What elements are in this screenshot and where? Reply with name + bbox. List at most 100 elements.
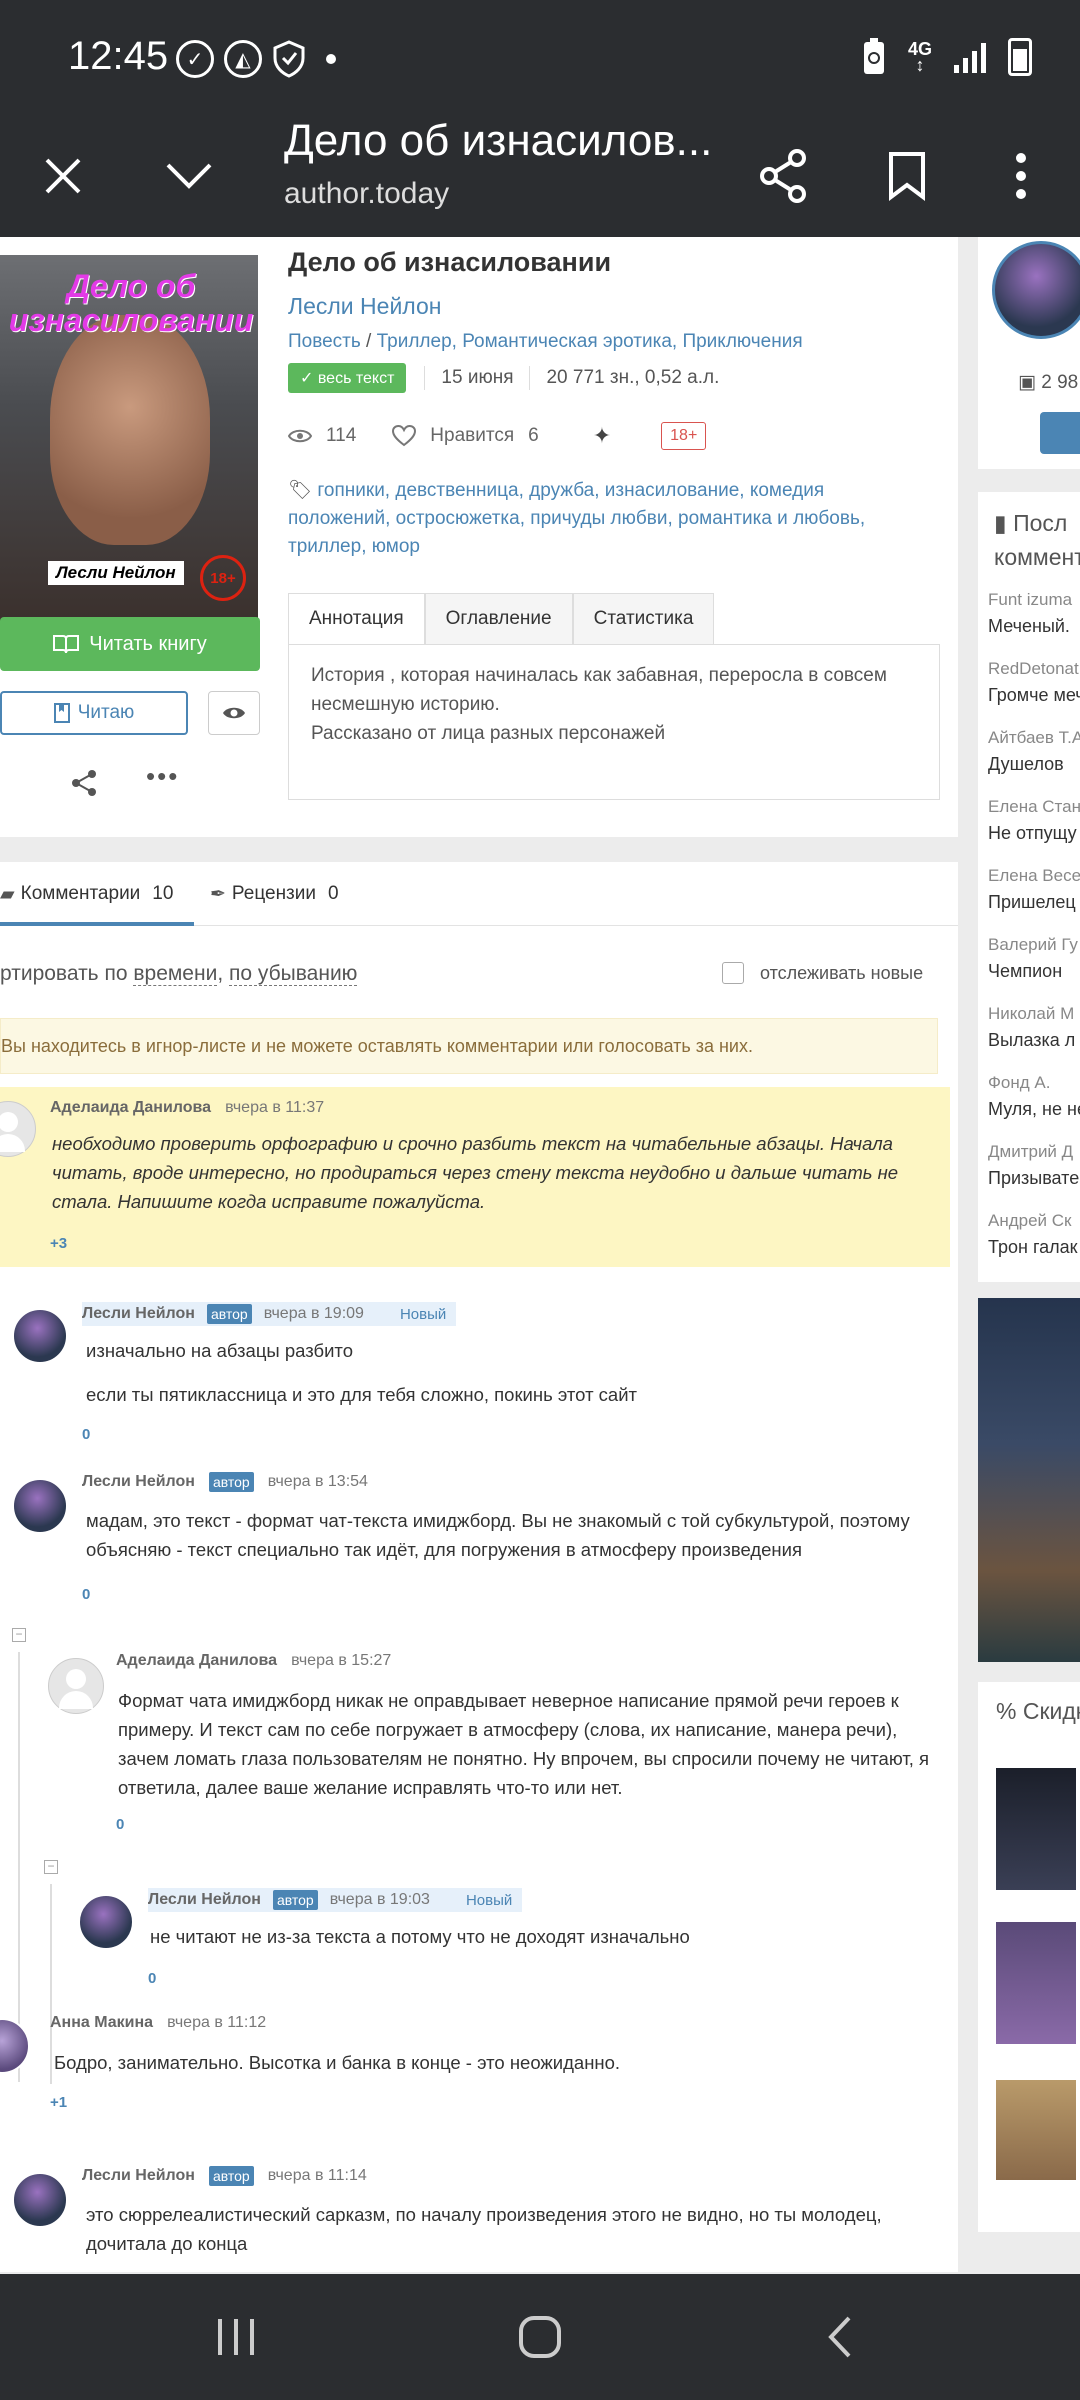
reading-label: Читаю [77,702,135,723]
sidebar-comment-item[interactable]: RedDetonat Громче меч [988,659,1080,728]
comment-votes[interactable]: +1 [50,2094,67,2111]
comment-header: Лесли Нейлон автор вчера в 19:03 Новый [148,1888,523,1912]
tab-annotation[interactable]: Аннотация [288,593,425,645]
comment-author[interactable]: Лесли Нейлон [82,1473,195,1491]
close-button[interactable] [18,115,108,237]
sparkle-icon[interactable]: ✦ [593,423,611,449]
discount-book-cover[interactable] [996,2080,1076,2180]
read-book-button[interactable]: Читать книгу [0,617,260,671]
comment-time[interactable]: вчера в 13:54 [268,1473,368,1491]
bookmark-button[interactable] [862,115,952,237]
sidebar-comment-item[interactable]: Елена Весе Пришелец [988,866,1080,935]
comment-votes[interactable]: +3 [50,1235,67,1252]
sidebar-author-card: ▣ 2 98 [978,237,1080,469]
browser-app-bar: Дело об изнасилов... author.today [0,115,1080,237]
comment-author[interactable]: Лесли Нейлон [82,1305,195,1323]
sidebar-comment-item[interactable]: Фонд А. Муля, не не [988,1073,1080,1142]
avatar[interactable] [0,1101,36,1157]
sort-by-time-link[interactable]: времени [133,962,218,986]
comment-header: Аделаида Данилова вчера в 11:37 [50,1099,324,1117]
back-button[interactable] [780,2274,900,2400]
status-time: 12:45 [68,34,169,78]
avatar[interactable] [12,2172,68,2228]
author-avatar[interactable] [992,241,1080,339]
sidebar-comment-item[interactable]: Николай М Вылазка л [988,1004,1080,1073]
system-nav-bar [0,2274,1080,2400]
home-icon [519,2316,561,2358]
follow-checkbox[interactable] [722,962,744,984]
book-open-icon [53,635,80,654]
book-author-link[interactable]: Лесли Нейлон [288,293,441,320]
sort-control: ртировать по времени, по убыванию [0,962,358,986]
comment-item: Лесли Нейлон автор вчера в 19:03 Новый н… [76,1888,950,2008]
sidebar-banner[interactable] [978,1298,1080,1662]
sidebar-comment-item[interactable]: Айтбаев Т.А Душелов [988,728,1080,797]
avatar[interactable] [12,1308,68,1364]
share-button[interactable] [738,115,828,237]
book-share-button[interactable] [70,769,98,802]
comment-header: Лесли Нейлон автор вчера в 13:54 [82,1472,368,1492]
sidebar-comment-item[interactable]: Елена Стан Не отпущу [988,797,1080,866]
sort-order-link[interactable]: по убыванию [229,962,358,986]
collapse-thread-button[interactable]: − [44,1860,58,1874]
tab-reviews[interactable]: ✒ Рецензии 0 [210,862,339,926]
discount-book-cover[interactable] [996,1922,1076,2044]
avatar[interactable] [78,1894,134,1950]
comment-votes[interactable]: 0 [116,1816,124,1833]
comment-time[interactable]: вчера в 15:27 [291,1652,391,1670]
collapse-thread-button[interactable]: − [12,1628,26,1642]
tags-links[interactable]: гопники, девственница, дружба, изнасилов… [288,480,865,557]
book-more-button[interactable]: ••• [146,763,179,789]
annotation-line-1: История , которая начиналась как забавна… [311,665,887,715]
tab-statistics[interactable]: Статистика [572,593,715,645]
comment-time[interactable]: вчера в 11:37 [225,1099,324,1117]
reading-button[interactable]: Читаю [0,691,188,735]
book-form-link[interactable]: Повесть [288,331,361,352]
comment-votes[interactable]: 0 [82,1586,90,1603]
comment-author[interactable]: Аделаида Данилова [50,1099,211,1117]
follow-author-button[interactable] [1040,412,1080,454]
heart-icon[interactable] [392,425,417,447]
comment-item: Анна Макина вчера в 11:12 Бодро, занимат… [0,2014,950,2124]
back-icon [828,2316,851,2358]
sidebar-comment-item[interactable]: Валерий Гу Чемпион [988,935,1080,1004]
tag-icon: 🏷 [288,480,313,501]
comment-time[interactable]: вчера в 19:09 [264,1305,364,1323]
recent-apps-icon [218,2319,254,2355]
tab-contents[interactable]: Оглавление [424,593,573,645]
avatar[interactable] [48,1658,104,1714]
active-tab-indicator [0,922,194,926]
comment-time[interactable]: вчера в 11:12 [167,2014,266,2032]
sidebar-comment-item[interactable]: Дмитрий Д Призывате [988,1142,1080,1211]
likes-count: 6 [528,425,539,446]
home-button[interactable] [480,2274,600,2400]
book-cover[interactable]: Дело об изнасиловании Лесли Нейлон 18+ [0,255,258,633]
reviews-count: 0 [328,883,339,904]
cover-age-rating: 18+ [200,555,246,601]
recent-apps-button[interactable] [176,2274,296,2400]
comment-author[interactable]: Лесли Нейлон [82,2167,195,2185]
avatar[interactable] [12,1478,68,1534]
comment-icon: ▰ [0,883,15,905]
avatar[interactable] [0,2018,30,2074]
collapse-button[interactable] [144,115,234,237]
comment-author[interactable]: Лесли Нейлон [148,1891,261,1909]
tab-comments[interactable]: ▰ Комментарии 10 [0,862,173,926]
comment-votes[interactable]: 0 [148,1970,156,1987]
watch-button[interactable] [208,691,260,735]
book-genres-links[interactable]: Триллер, Романтическая эротика, Приключе… [377,331,803,352]
comment-time[interactable]: вчера в 19:03 [330,1891,430,1909]
follow-new-toggle[interactable]: отслеживать новые [722,962,923,984]
comment-votes[interactable]: 0 [82,1426,90,1443]
comment-time[interactable]: вчера в 11:14 [268,2167,367,2185]
comment-author[interactable]: Аделаида Данилова [116,1652,277,1670]
more-menu-button[interactable] [976,115,1066,237]
sidebar-comment-item[interactable]: Funt izuma Меченый. [988,590,1080,659]
status-icons-left: ✓ ◭ [176,40,336,78]
discount-book-cover[interactable] [996,1768,1076,1890]
comment-author[interactable]: Анна Макина [50,2014,153,2032]
book-icon: ▮ [994,510,1007,536]
status-bar: 12:45 ✓ ◭ 4G ↕ [0,0,1080,115]
comment-header: Аделаида Данилова вчера в 15:27 [116,1652,391,1670]
sidebar-comment-item[interactable]: Андрей Ск Трон галак [988,1211,1080,1280]
